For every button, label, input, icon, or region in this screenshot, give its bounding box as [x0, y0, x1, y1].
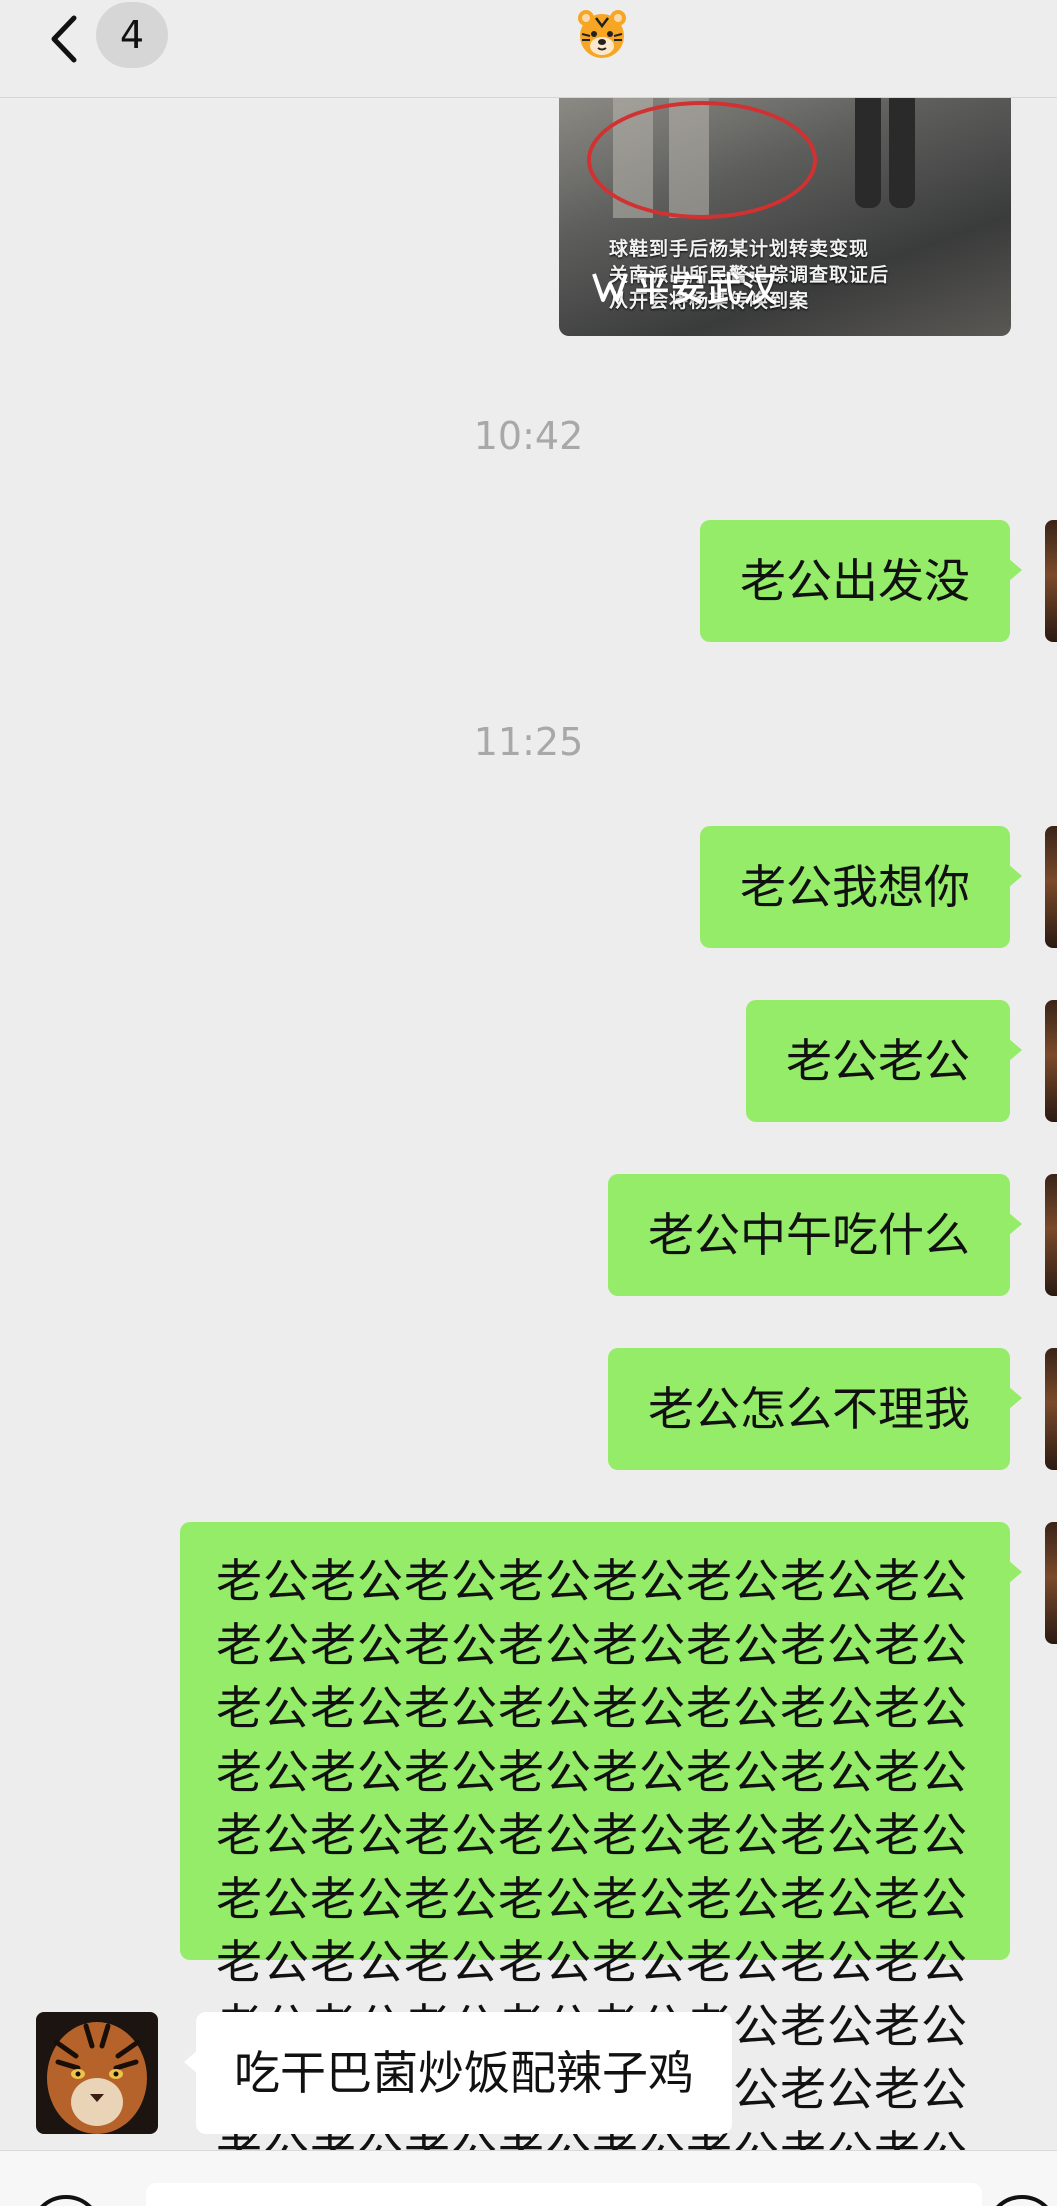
self-avatar[interactable] [1045, 1348, 1057, 1470]
self-avatar[interactable] [1045, 1174, 1057, 1296]
outgoing-message[interactable]: 老公老公 [746, 1000, 1022, 1122]
self-avatar[interactable] [1045, 1000, 1057, 1122]
self-avatar[interactable] [1045, 1522, 1057, 1644]
add-icon[interactable] [984, 2193, 1057, 2206]
message-timestamp: 10:42 [473, 414, 584, 458]
outgoing-message[interactable]: 老公出发没 [700, 520, 1022, 642]
watermark-text: 平安武汉 [635, 270, 779, 310]
video-caption-line: 球鞋到手后杨某计划转卖变现 [609, 238, 870, 260]
scene-person-leg [889, 98, 915, 208]
contact-avatar[interactable] [36, 2012, 158, 2134]
unread-count-badge[interactable]: 4 [96, 2, 168, 68]
outgoing-message[interactable]: 老公怎么不理我 [608, 1348, 1022, 1470]
input-bar [0, 2150, 1057, 2206]
highlight-circle [587, 101, 817, 219]
outgoing-message[interactable]: 老公我想你 [700, 826, 1022, 948]
message-input[interactable] [146, 2183, 982, 2206]
message-timestamp: 11:25 [473, 720, 584, 764]
outgoing-message[interactable]: 老公老公老公老公老公老公老公老公老公老公老公老公老公老公老公老公老公老公老公老公… [180, 1522, 1022, 2206]
incoming-message[interactable]: 吃干巴菌炒饭配辣子鸡 [184, 2012, 732, 2134]
voice-icon[interactable] [28, 2193, 104, 2206]
scene-person-leg [855, 98, 881, 208]
self-avatar[interactable] [1045, 826, 1057, 948]
watermark-logo-icon [592, 272, 628, 302]
tiger-emoji-icon[interactable] [574, 6, 630, 62]
back-icon[interactable] [40, 8, 90, 70]
shared-video-message[interactable]: 球鞋到手后杨某计划转卖变现 关南派出所民警追踪调查取证后 从开会将杨某传唤到案 … [559, 98, 1011, 336]
chat-header: 4 [0, 0, 1057, 98]
self-avatar[interactable] [1045, 520, 1057, 642]
outgoing-message[interactable]: 老公中午吃什么 [608, 1174, 1022, 1296]
watermark: 平安武汉 [591, 262, 779, 311]
